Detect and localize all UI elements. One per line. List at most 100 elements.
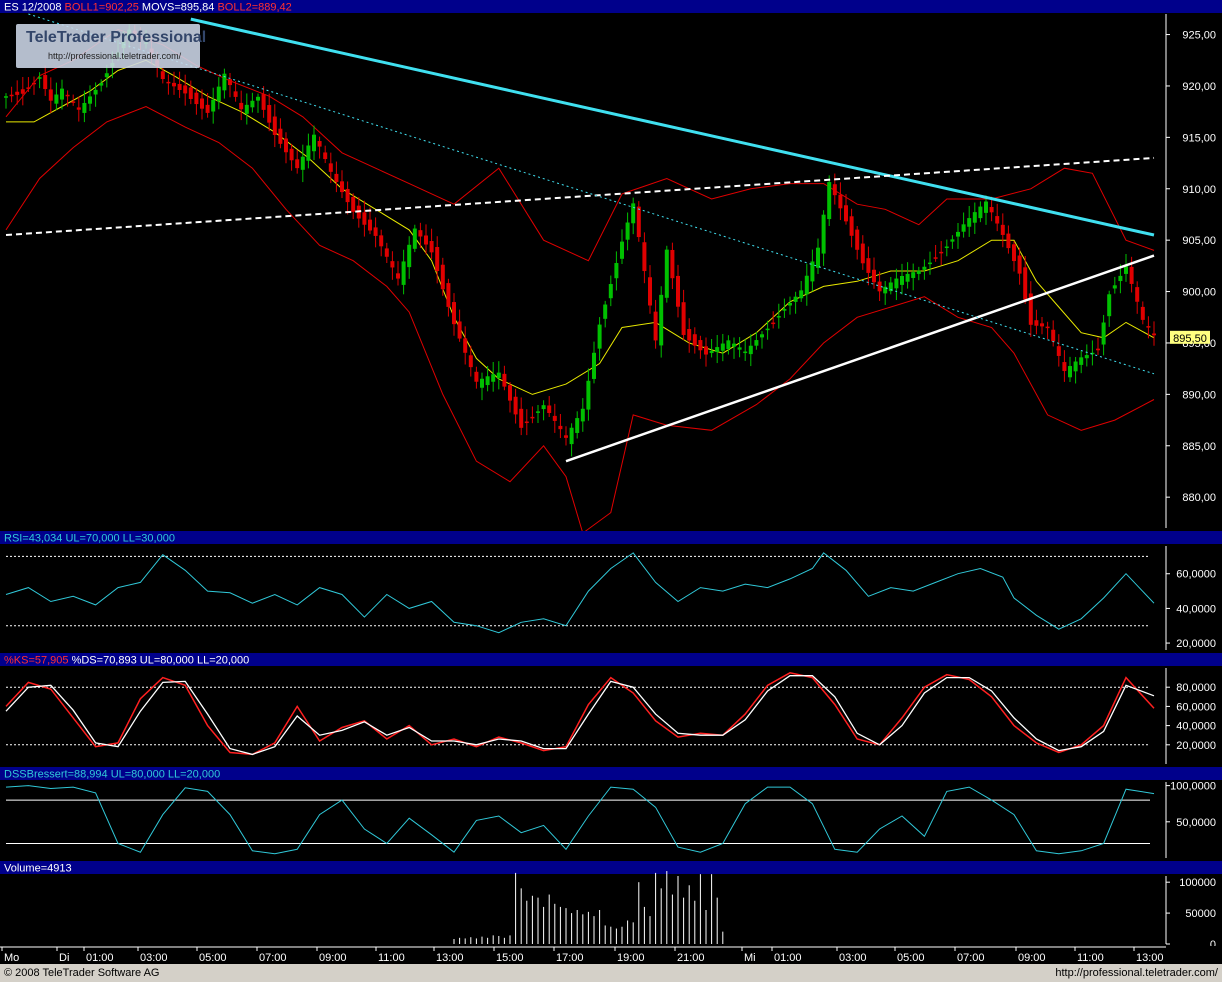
candle-body — [586, 380, 591, 410]
candle-body — [911, 272, 916, 278]
chart-window: ES 12/2008 BOLL1=902,25 MOVS=895,84 BOLL… — [0, 0, 1222, 982]
candle-body — [849, 216, 854, 236]
time-axis-label: 05:00 — [897, 952, 925, 964]
candle-body — [804, 275, 809, 295]
candle-body — [1051, 329, 1056, 342]
time-axis-label: Mo — [4, 952, 19, 964]
stochastic-legend-item-0: %KS=57,905 — [4, 655, 69, 667]
price-axis-tick-label: 915,00 — [1182, 132, 1216, 144]
candle-body — [93, 89, 98, 95]
candle-body — [54, 94, 59, 104]
candle-body — [933, 257, 938, 259]
price-legend-item-1: BOLL1=902,25 — [62, 2, 139, 14]
candle-body — [732, 343, 736, 347]
time-axis-label: 01:00 — [86, 952, 114, 964]
candle-body — [1107, 294, 1112, 317]
support-trendline — [565, 254, 1155, 463]
candle-body — [1062, 362, 1067, 372]
candle-body — [407, 244, 412, 268]
candle-body — [1017, 255, 1022, 274]
candle-body — [272, 116, 277, 135]
time-axis-label: 17:00 — [556, 952, 584, 964]
candle-body — [239, 102, 244, 110]
time-axis-label: 09:00 — [319, 952, 347, 964]
price-legend-item-2: MOVS=895,84 — [139, 2, 215, 14]
candle-body — [284, 138, 288, 153]
candle-body — [1045, 326, 1050, 329]
candle-body — [816, 247, 820, 268]
candle-body — [771, 322, 776, 325]
candle-body — [211, 99, 216, 112]
candle-body — [32, 82, 36, 85]
candle-body — [642, 242, 647, 272]
time-axis-label: 07:00 — [957, 952, 985, 964]
candle-body — [900, 275, 904, 285]
candle-body — [502, 373, 507, 387]
candle-body — [1146, 326, 1151, 328]
rsi-legend-item-0: RSI=43,034 UL=70,000 LL=30,000 — [4, 533, 175, 545]
candle-body — [26, 87, 31, 89]
price-axis-tick-label: 885,00 — [1182, 441, 1216, 453]
price-axis-tick-label: 890,00 — [1182, 389, 1216, 401]
candle-body — [256, 96, 260, 101]
candle-body — [687, 329, 692, 341]
candle-body — [183, 85, 188, 94]
candle-body — [37, 77, 42, 79]
candle-body — [827, 182, 832, 220]
candle-body — [575, 418, 580, 433]
candle-body — [530, 416, 535, 419]
candle-body — [978, 206, 983, 219]
candle-body — [261, 94, 266, 110]
candle-body — [872, 269, 876, 283]
candle-body — [866, 258, 871, 273]
candle-body — [267, 105, 272, 123]
time-axis-label: 03:00 — [140, 952, 168, 964]
rsi-axis-tick-label: 20,0000 — [1176, 638, 1216, 650]
candle-body — [989, 207, 994, 213]
candle-body — [43, 75, 48, 90]
chart-canvas[interactable]: ES 12/2008 BOLL1=902,25 MOVS=895,84 BOLL… — [0, 0, 1222, 964]
candle-body — [429, 241, 434, 253]
price-axis-tick-label: 905,00 — [1182, 235, 1216, 247]
candle-body — [944, 246, 949, 249]
candle-body — [340, 181, 344, 193]
candle-body — [368, 219, 372, 231]
candle-body — [4, 96, 8, 98]
candle-body — [1079, 357, 1084, 365]
footer-url-link[interactable]: http://professional.teletrader.com/ — [1055, 964, 1218, 982]
candle-body — [401, 261, 406, 285]
candle-body — [1006, 233, 1011, 249]
stochastic-axis-tick-label: 60,0000 — [1176, 701, 1216, 713]
candle-body — [1034, 320, 1039, 326]
rsi-header-bar — [0, 531, 1222, 544]
candle-body — [396, 273, 400, 279]
candle-body — [99, 83, 104, 86]
status-bar: © 2008 TeleTrader Software AG http://pro… — [0, 964, 1222, 982]
candle-body — [1084, 355, 1089, 359]
candle-body — [939, 251, 944, 254]
candle-body — [1140, 306, 1145, 320]
candle-body — [418, 230, 423, 237]
time-axis-label: 13:00 — [1136, 952, 1164, 964]
candle-body — [1118, 275, 1123, 282]
candle-body — [743, 351, 748, 354]
candle-body — [754, 340, 759, 346]
candle-body — [844, 205, 848, 222]
candle-body — [244, 104, 249, 114]
candle-body — [289, 148, 294, 161]
candle-body — [194, 92, 199, 105]
candle-body — [446, 283, 451, 307]
volume-axis-tick-label: 100000 — [1179, 877, 1216, 889]
time-axis-label: 11:00 — [1077, 952, 1104, 964]
volume-legend: Volume=4913 — [4, 863, 72, 875]
candle-body — [984, 201, 988, 213]
candle-body — [412, 228, 417, 249]
volume-legend-item-0: Volume=4913 — [4, 863, 72, 875]
candle-body — [821, 214, 826, 254]
time-axis-label: 19:00 — [617, 952, 645, 964]
time-axis-label: Di — [59, 952, 69, 964]
rsi-axis-tick-label: 40,0000 — [1176, 603, 1216, 615]
stochastic-axis-tick-label: 20,0000 — [1176, 740, 1216, 752]
candle-body — [995, 216, 1000, 224]
copyright-text: © 2008 TeleTrader Software AG — [4, 967, 160, 979]
